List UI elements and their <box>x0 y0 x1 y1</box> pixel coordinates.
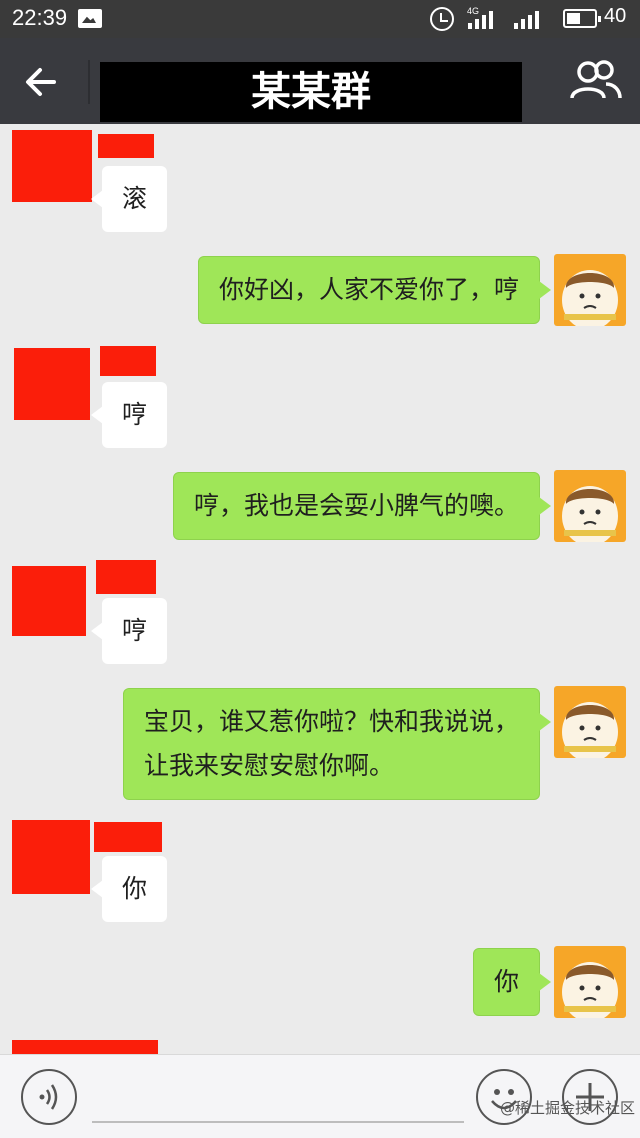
sender-avatar-redacted[interactable] <box>12 820 90 894</box>
voice-icon[interactable] <box>21 1069 77 1125</box>
back-arrow-icon[interactable] <box>18 58 66 106</box>
watermark: @稀土掘金技术社区 <box>500 1099 636 1117</box>
message-text-line: 宝贝，谁又惹你啦？快和我说说， <box>143 707 519 736</box>
my-avatar[interactable] <box>554 254 626 326</box>
signal-icon <box>514 9 546 29</box>
alarm-icon <box>430 7 454 31</box>
nav-bar: 某某群 <box>0 38 640 124</box>
sender-name-redacted <box>96 560 156 594</box>
battery-icon <box>563 9 601 28</box>
signal-icon <box>468 9 500 29</box>
sender-name-redacted <box>94 822 162 852</box>
input-bar <box>0 1054 640 1138</box>
message-bubble-incoming[interactable]: 哼 <box>90 598 168 664</box>
message-bubble-outgoing[interactable]: 你 <box>472 948 552 1016</box>
nav-divider <box>88 60 90 104</box>
message-text: 你好凶，人家不爱你了，哼 <box>218 275 519 304</box>
image-notification-icon <box>78 9 102 28</box>
chat-title: 某某群 <box>251 69 371 115</box>
status-time: 22:39 <box>12 5 68 30</box>
title-redaction: 某某群 <box>100 62 522 122</box>
my-avatar[interactable] <box>554 946 626 1018</box>
sender-name-redacted <box>98 134 154 158</box>
message-bubble-outgoing[interactable]: 你好凶，人家不爱你了，哼 <box>197 256 552 324</box>
message-text: 你 <box>122 874 148 903</box>
chat-message-list[interactable]: 滚 你好凶，人家不爱你了，哼 哼 哼，我也是会耍小脾气的噢。 哼 宝贝，谁又惹你… <box>0 124 640 1054</box>
group-members-icon[interactable] <box>568 58 624 104</box>
my-avatar[interactable] <box>554 686 626 758</box>
message-text-line: 让我来安慰安慰你啊。 <box>143 751 394 780</box>
message-text: 你 <box>493 967 519 996</box>
battery-level: 40 <box>604 5 627 27</box>
message-text: 哼，我也是会耍小脾气的噢。 <box>193 491 519 520</box>
sender-avatar-redacted[interactable] <box>12 566 86 636</box>
message-bubble-incoming[interactable]: 你 <box>90 856 168 922</box>
sender-avatar-redacted[interactable] <box>12 130 92 202</box>
sender-name-redacted <box>100 346 156 376</box>
message-input[interactable] <box>92 1071 464 1123</box>
message-text: 滚 <box>122 184 148 213</box>
sender-avatar-redacted[interactable] <box>14 348 90 420</box>
message-bubble-incoming[interactable]: 哼 <box>90 382 168 448</box>
my-avatar[interactable] <box>554 470 626 542</box>
message-bubble-outgoing[interactable]: 宝贝，谁又惹你啦？快和我说说， 让我来安慰安慰你啊。 <box>122 688 552 800</box>
status-bar: 22:39 4G 40 <box>0 0 640 38</box>
message-bubble-incoming[interactable]: 滚 <box>90 166 168 232</box>
sender-avatar-redacted[interactable] <box>12 1040 158 1054</box>
message-bubble-outgoing[interactable]: 哼，我也是会耍小脾气的噢。 <box>172 472 552 540</box>
message-text: 哼 <box>122 400 148 429</box>
message-text: 哼 <box>122 616 148 645</box>
